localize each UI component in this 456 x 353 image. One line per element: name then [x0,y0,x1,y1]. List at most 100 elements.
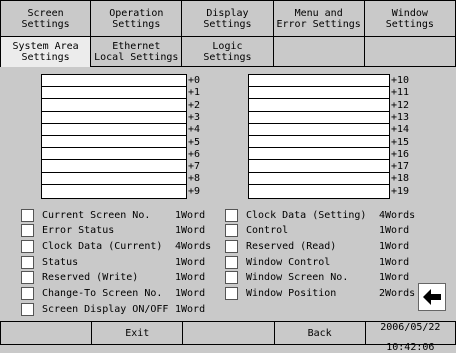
checkbox-row[interactable]: Status 1Word [21,255,205,269]
back-button[interactable]: Back [273,321,365,345]
system-area-offset-label: +6 [188,148,201,160]
system-area-offset-label: +10 [391,75,410,86]
clock-time: 10:42:06 [386,342,435,353]
system-area-offset-label: +12 [391,99,410,111]
clock-display: 2006/05/22 10:42:06 [364,321,456,353]
system-area-offset-label: +4 [188,124,201,136]
checkbox-row[interactable]: Reserved (Read) 1Word [225,239,409,253]
checkbox[interactable] [225,287,238,300]
system-area-word-row [249,87,389,100]
checkbox-row[interactable]: Clock Data (Current) 4Words [21,239,211,253]
checkbox-row[interactable]: Clock Data (Setting) 4Words [225,208,415,222]
system-area-offset-label: +16 [391,148,410,160]
checkbox[interactable] [225,255,238,269]
word-size-label: 1Word [175,225,206,237]
tab-ethernet-local-settings[interactable]: Ethernet Local Settings [91,37,183,67]
system-area-offset-label: +13 [391,111,410,123]
left-arrow-icon [423,289,441,305]
tab-display-settings[interactable]: Display Settings [182,0,274,37]
word-size-label: 1Word [175,272,206,284]
word-size-label: 1Word [175,209,206,221]
checkbox-row[interactable]: Window Screen No. 1Word [225,271,409,285]
system-area-word-row [249,185,389,197]
checkbox-row[interactable]: Change-To Screen No. 1Word [21,287,205,301]
checkbox[interactable] [21,255,34,269]
word-size-label: 2Words [379,288,416,299]
checkbox-label: Window Position [246,288,337,299]
system-area-word-row [42,124,186,136]
clock-date: 2006/05/22 [380,322,441,333]
checkbox-row[interactable]: Error Status 1Word [21,224,205,238]
system-area-offset-label: +8 [188,173,201,185]
checkbox[interactable] [225,208,238,222]
settings-tab-row: Screen Settings Operation Settings Displ… [0,0,456,37]
system-area-word-row [249,173,389,185]
tab-system-area-settings[interactable]: System Area Settings [0,37,92,67]
bottom-empty-2 [182,321,274,345]
tab-window-settings[interactable]: Window Settings [364,0,456,37]
checkbox[interactable] [21,239,34,253]
system-area-checkbox-list: Current Screen No. 1Word Error Status 1Word… [17,203,447,321]
system-area-word-row [249,160,389,173]
system-area-offset-label: +1 [188,87,201,99]
system-area-word-row [42,185,186,197]
checkbox-row[interactable]: Reserved (Write) 1Word [21,271,205,285]
system-area-offset-label: +11 [391,87,410,99]
system-area-word-row [42,173,186,185]
checkbox-label: Control [246,225,289,237]
checkbox[interactable] [225,271,238,285]
system-area-word-row [249,75,389,88]
word-size-label: 1Word [175,256,206,268]
system-area-word-row [42,160,186,173]
system-area-offset-label: +9 [188,185,201,197]
settings-tab-row-2: System Area Settings Ethernet Local Sett… [0,37,456,67]
word-size-label: 1Word [379,272,410,284]
word-size-label: 4Words [175,240,212,252]
checkbox-label: Screen Display ON/OFF [42,303,169,315]
checkbox[interactable] [21,208,34,222]
system-area-offset-label: +7 [188,161,201,173]
word-size-label: 1Word [379,240,410,252]
checkbox[interactable] [225,239,238,253]
system-area-panel: +0 +1 +2 +3 +4 +5 +6 +7 +8 +9 +10 +11 +12 +13 +14 +15 +… [7,67,449,202]
checkbox[interactable] [21,271,34,285]
checkbox-row[interactable]: Window Position 2Words [225,287,415,301]
exit-button[interactable]: Exit [91,321,183,345]
system-area-word-row [249,136,389,149]
system-area-offset-label: +15 [391,136,410,148]
system-area-word-row [249,99,389,112]
checkbox-label: Reserved (Read) [246,240,337,252]
system-area-word-row [249,148,389,161]
system-area-word-row [42,112,186,124]
system-area-word-row [42,87,186,100]
tab-logic-settings[interactable]: Logic Settings [182,37,274,67]
checkbox-label: Window Control [246,256,331,268]
checkbox[interactable] [21,287,34,300]
checkbox-row[interactable]: Control 1Word [225,224,409,238]
tab-screen-settings[interactable]: Screen Settings [0,0,92,37]
checkbox[interactable] [21,302,34,316]
word-size-label: 1Word [175,303,206,315]
checkbox-row[interactable]: Window Control 1Word [225,255,409,269]
checkbox-label: Clock Data (Current) [42,240,163,252]
system-area-word-row [249,124,389,136]
checkbox-row[interactable]: Screen Display ON/OFF 1Word [21,302,205,316]
checkbox-label: Current Screen No. [42,209,151,221]
checkbox-label: Reserved (Write) [42,272,139,284]
checkbox[interactable] [21,224,34,238]
system-area-offset-label: +19 [391,185,410,197]
scroll-back-button[interactable] [418,283,446,311]
checkbox-label: Status [42,256,79,268]
system-area-word-row [249,112,389,124]
system-area-block-right [248,74,390,199]
tab-menu-error-settings[interactable]: Menu and Error Settings [273,0,365,37]
tab-operation-settings[interactable]: Operation Settings [91,0,183,37]
checkbox[interactable] [225,224,238,238]
tab-empty-1 [273,37,365,67]
system-area-block-left [41,74,187,199]
system-area-offset-label: +17 [391,161,410,173]
checkbox-row[interactable]: Current Screen No. 1Word [21,208,205,222]
bottom-bar: Exit Back 2006/05/22 10:42:06 [0,321,456,353]
system-area-offset-label: +0 [188,75,201,86]
word-size-label: 4Words [379,209,416,221]
